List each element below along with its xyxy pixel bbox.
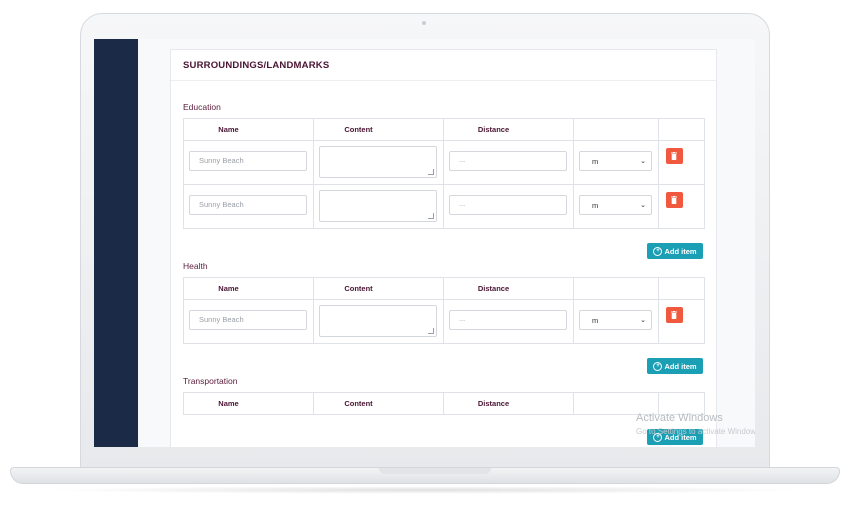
column-header-unit bbox=[573, 118, 659, 141]
unit-select-value: m bbox=[592, 200, 599, 210]
column-header-distance: Distance bbox=[443, 277, 574, 300]
sidebar bbox=[94, 39, 138, 447]
plus-circle-icon: + bbox=[653, 361, 663, 371]
education-table: Name Content Distance Sunny Beach ... m ⌄… bbox=[183, 118, 705, 229]
content-textarea[interactable] bbox=[319, 146, 437, 178]
surroundings-card: SURROUNDINGS/LANDMARKS Education Name Co… bbox=[170, 49, 717, 447]
distance-input[interactable]: ... bbox=[449, 195, 567, 215]
card-header: SURROUNDINGS/LANDMARKS bbox=[171, 50, 716, 81]
column-header-actions bbox=[658, 277, 705, 300]
unit-select-value: m bbox=[592, 315, 599, 325]
laptop-notch bbox=[379, 468, 491, 474]
add-item-label: Add item bbox=[664, 246, 697, 256]
distance-input[interactable]: ... bbox=[449, 310, 567, 330]
column-header-content: Content bbox=[313, 392, 444, 415]
unit-select[interactable]: m ⌄ bbox=[579, 310, 652, 330]
delete-button[interactable] bbox=[666, 148, 683, 164]
health-table: Name Content Distance Sunny Beach ... m ⌄ bbox=[183, 277, 705, 344]
unit-select[interactable]: m ⌄ bbox=[579, 151, 652, 171]
distance-input[interactable]: ... bbox=[449, 151, 567, 171]
table-row: Sunny Beach ... m ⌄ bbox=[183, 184, 705, 229]
card-title: SURROUNDINGS/LANDMARKS bbox=[183, 59, 330, 71]
chevron-down-icon: ⌄ bbox=[640, 317, 646, 324]
column-header-content: Content bbox=[313, 118, 444, 141]
table-header-row: Name Content Distance bbox=[183, 392, 705, 415]
name-input[interactable]: Sunny Beach bbox=[189, 151, 307, 171]
column-header-distance: Distance bbox=[443, 392, 574, 415]
resize-grip-icon[interactable] bbox=[428, 213, 434, 219]
content-textarea[interactable] bbox=[319, 190, 437, 222]
section-label-education: Education bbox=[183, 102, 221, 112]
chevron-down-icon: ⌄ bbox=[640, 202, 646, 209]
column-header-name: Name bbox=[183, 277, 314, 300]
activate-windows-watermark: Activate Windows bbox=[636, 412, 723, 424]
unit-select-value: m bbox=[592, 156, 599, 166]
plus-circle-icon: + bbox=[653, 246, 663, 256]
screen: SURROUNDINGS/LANDMARKS Education Name Co… bbox=[94, 39, 755, 447]
camera-icon bbox=[422, 21, 426, 25]
laptop-shadow bbox=[40, 486, 810, 494]
main-content: SURROUNDINGS/LANDMARKS Education Name Co… bbox=[138, 39, 755, 447]
trash-icon bbox=[671, 196, 677, 204]
column-header-unit bbox=[573, 277, 659, 300]
chevron-down-icon: ⌄ bbox=[640, 158, 646, 165]
transportation-table: Name Content Distance bbox=[183, 392, 705, 415]
add-item-button[interactable]: + Add item bbox=[647, 243, 703, 259]
table-header-row: Name Content Distance bbox=[183, 277, 705, 300]
column-header-distance: Distance bbox=[443, 118, 574, 141]
content-textarea[interactable] bbox=[319, 305, 437, 337]
trash-icon bbox=[671, 152, 677, 160]
table-row: Sunny Beach ... m ⌄ bbox=[183, 140, 705, 185]
column-header-name: Name bbox=[183, 118, 314, 141]
resize-grip-icon[interactable] bbox=[428, 169, 434, 175]
add-item-button[interactable]: + Add item bbox=[647, 358, 703, 374]
name-input[interactable]: Sunny Beach bbox=[189, 310, 307, 330]
trash-icon bbox=[671, 311, 677, 319]
activate-windows-subtitle: Go to Settings to activate Windows. bbox=[636, 427, 755, 436]
column-header-name: Name bbox=[183, 392, 314, 415]
table-header-row: Name Content Distance bbox=[183, 118, 705, 141]
section-label-health: Health bbox=[183, 261, 208, 271]
add-item-label: Add item bbox=[664, 361, 697, 371]
laptop-base bbox=[10, 467, 840, 484]
unit-select[interactable]: m ⌄ bbox=[579, 195, 652, 215]
column-header-actions bbox=[658, 118, 705, 141]
section-label-transportation: Transportation bbox=[183, 376, 238, 386]
delete-button[interactable] bbox=[666, 192, 683, 208]
name-input[interactable]: Sunny Beach bbox=[189, 195, 307, 215]
resize-grip-icon[interactable] bbox=[428, 328, 434, 334]
column-header-content: Content bbox=[313, 277, 444, 300]
delete-button[interactable] bbox=[666, 307, 683, 323]
table-row: Sunny Beach ... m ⌄ bbox=[183, 299, 705, 344]
